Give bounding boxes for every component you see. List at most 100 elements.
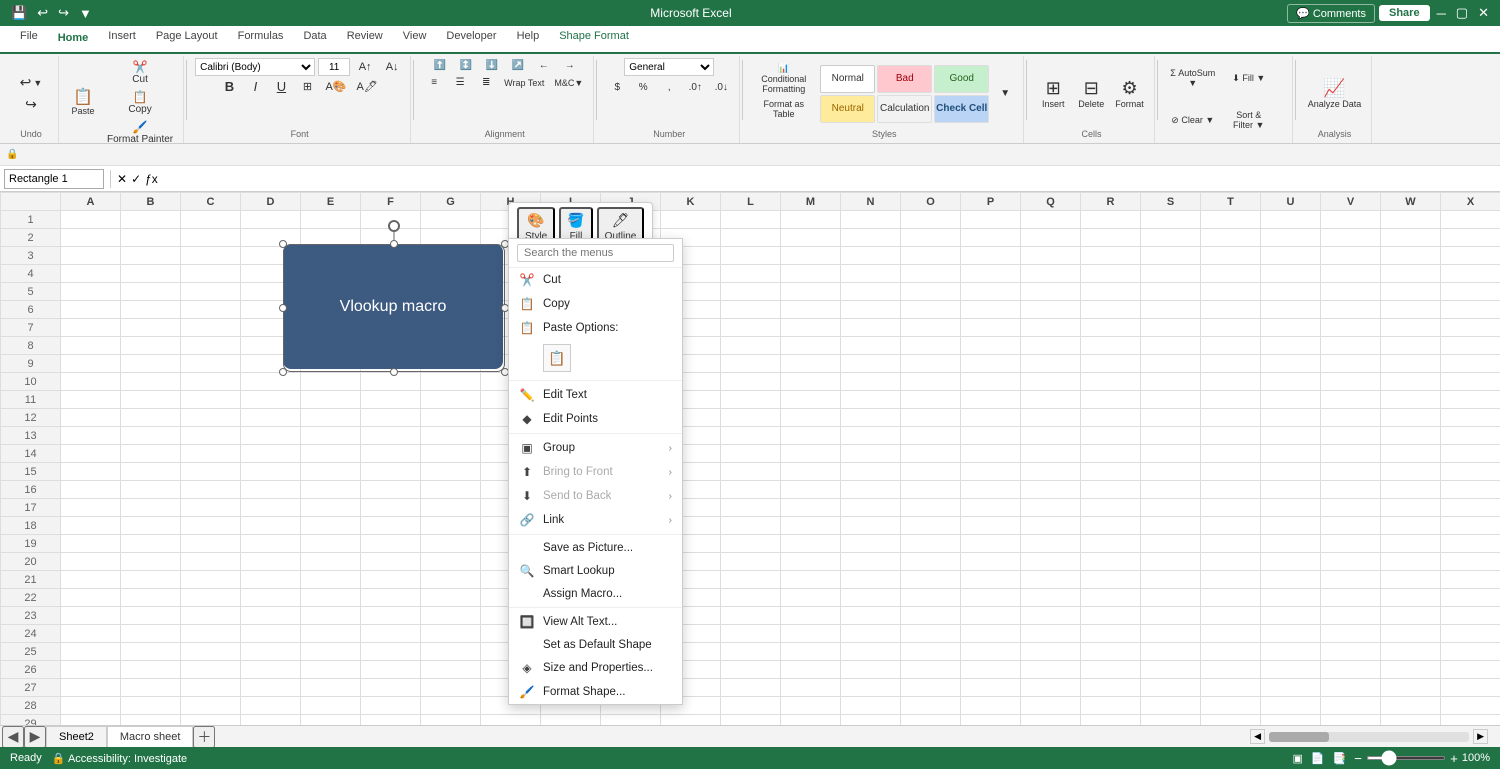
- table-row[interactable]: [241, 571, 301, 589]
- navigate-right-button[interactable]: ▶: [24, 726, 46, 748]
- table-row[interactable]: [1081, 229, 1141, 247]
- table-row[interactable]: [1321, 319, 1381, 337]
- tab-home[interactable]: Home: [48, 28, 99, 54]
- table-row[interactable]: [1441, 661, 1500, 679]
- table-row[interactable]: [361, 607, 421, 625]
- table-row[interactable]: [1381, 247, 1441, 265]
- table-row[interactable]: [841, 373, 901, 391]
- table-row[interactable]: [121, 319, 181, 337]
- table-row[interactable]: [241, 535, 301, 553]
- table-row[interactable]: [781, 283, 841, 301]
- table-row[interactable]: [1441, 265, 1500, 283]
- table-row[interactable]: [781, 427, 841, 445]
- table-row[interactable]: [781, 211, 841, 229]
- table-row[interactable]: [121, 265, 181, 283]
- table-row[interactable]: [1141, 409, 1201, 427]
- table-row[interactable]: [121, 409, 181, 427]
- table-row[interactable]: [241, 715, 301, 726]
- name-box[interactable]: [4, 169, 104, 189]
- table-row[interactable]: [1201, 355, 1261, 373]
- tab-formulas[interactable]: Formulas: [228, 26, 294, 52]
- table-row[interactable]: [121, 697, 181, 715]
- table-row[interactable]: [901, 211, 961, 229]
- table-row[interactable]: [421, 427, 481, 445]
- table-row[interactable]: [1441, 553, 1500, 571]
- analyze-data-button[interactable]: 📈 Analyze Data: [1304, 61, 1366, 127]
- table-row[interactable]: [1381, 643, 1441, 661]
- font-name-select[interactable]: Calibri (Body): [195, 58, 315, 76]
- align-middle-button[interactable]: ↕️: [454, 58, 478, 73]
- close-button[interactable]: ✕: [1475, 3, 1492, 23]
- table-row[interactable]: [781, 571, 841, 589]
- tab-review[interactable]: Review: [337, 26, 393, 52]
- confirm-formula-button[interactable]: ✓: [131, 172, 141, 186]
- table-row[interactable]: [241, 499, 301, 517]
- indent-increase-button[interactable]: →: [558, 58, 582, 73]
- table-row[interactable]: [121, 553, 181, 571]
- handle-bottom-center[interactable]: [390, 368, 398, 376]
- paste-button[interactable]: 📋 Paste: [65, 70, 101, 136]
- table-row[interactable]: [961, 445, 1021, 463]
- table-row[interactable]: [961, 607, 1021, 625]
- table-row[interactable]: [241, 607, 301, 625]
- table-row[interactable]: [781, 229, 841, 247]
- table-row[interactable]: [181, 409, 241, 427]
- style-bad[interactable]: Bad: [877, 65, 932, 93]
- table-row[interactable]: [841, 211, 901, 229]
- table-row[interactable]: [1321, 643, 1381, 661]
- page-break-view-button[interactable]: 📑: [1333, 752, 1347, 765]
- table-row[interactable]: [1081, 589, 1141, 607]
- table-row[interactable]: [1261, 427, 1321, 445]
- table-row[interactable]: [841, 715, 901, 726]
- table-row[interactable]: [421, 679, 481, 697]
- copy-button[interactable]: 📋 Copy: [103, 88, 177, 117]
- table-row[interactable]: [1021, 409, 1081, 427]
- clear-button[interactable]: ⊘ Clear ▼: [1166, 100, 1220, 140]
- number-format-select[interactable]: General: [624, 58, 714, 76]
- table-row[interactable]: [1441, 643, 1500, 661]
- table-row[interactable]: [1201, 337, 1261, 355]
- table-row[interactable]: [181, 571, 241, 589]
- table-row[interactable]: [721, 337, 781, 355]
- col-header-M[interactable]: M: [781, 193, 841, 211]
- table-row[interactable]: [1321, 463, 1381, 481]
- table-row[interactable]: [1321, 679, 1381, 697]
- underline-button[interactable]: U: [269, 78, 293, 95]
- table-row[interactable]: [1141, 355, 1201, 373]
- table-row[interactable]: [1201, 265, 1261, 283]
- styles-dropdown-button[interactable]: ▼: [993, 86, 1017, 101]
- table-row[interactable]: [181, 211, 241, 229]
- col-header-X[interactable]: X: [1441, 193, 1500, 211]
- table-row[interactable]: [1201, 247, 1261, 265]
- table-row[interactable]: [721, 247, 781, 265]
- table-row[interactable]: [1441, 247, 1500, 265]
- table-row[interactable]: [181, 247, 241, 265]
- table-row[interactable]: [721, 607, 781, 625]
- table-row[interactable]: [781, 715, 841, 726]
- zoom-slider[interactable]: [1366, 756, 1446, 760]
- table-row[interactable]: [1141, 463, 1201, 481]
- table-row[interactable]: [1141, 661, 1201, 679]
- scroll-thumb[interactable]: [1269, 732, 1329, 742]
- table-row[interactable]: [61, 499, 121, 517]
- table-row[interactable]: [781, 517, 841, 535]
- tab-page-layout[interactable]: Page Layout: [146, 26, 228, 52]
- table-row[interactable]: [1141, 625, 1201, 643]
- table-row[interactable]: [61, 211, 121, 229]
- table-row[interactable]: [901, 643, 961, 661]
- table-row[interactable]: [1021, 715, 1081, 726]
- table-row[interactable]: [181, 481, 241, 499]
- col-header-E[interactable]: E: [301, 193, 361, 211]
- table-row[interactable]: [1321, 337, 1381, 355]
- table-row[interactable]: [301, 553, 361, 571]
- table-row[interactable]: [961, 211, 1021, 229]
- table-row[interactable]: [61, 301, 121, 319]
- row-header-24[interactable]: 24: [1, 625, 61, 643]
- table-row[interactable]: [1321, 265, 1381, 283]
- table-row[interactable]: [1321, 661, 1381, 679]
- tab-developer[interactable]: Developer: [436, 26, 506, 52]
- table-row[interactable]: [1261, 301, 1321, 319]
- table-row[interactable]: [1381, 445, 1441, 463]
- table-row[interactable]: [1021, 301, 1081, 319]
- table-row[interactable]: [901, 391, 961, 409]
